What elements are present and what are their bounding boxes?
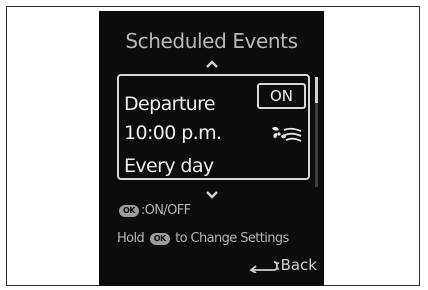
hold-hint: Hold OK to Change Settings — [117, 231, 289, 246]
toggle-hint-text: :ON/OFF — [140, 203, 191, 218]
scheduled-event-item[interactable]: Departure ON 10:00 p.m. Every day — [117, 74, 310, 180]
event-name: Departure — [124, 93, 216, 115]
vehicle-display-screen: Scheduled Events Departure ON 10:00 p.m.… — [99, 11, 324, 286]
chevron-up-icon[interactable] — [99, 56, 324, 72]
chevron-down-icon[interactable] — [99, 187, 324, 203]
ok-button-icon: OK — [119, 204, 139, 217]
hold-hint-prefix: Hold — [117, 231, 145, 246]
toggle-hint: OK:ON/OFF — [117, 203, 191, 218]
back-arrow-icon — [248, 260, 278, 273]
screen-title: Scheduled Events — [125, 29, 298, 53]
scrollbar[interactable] — [315, 77, 318, 187]
event-repeat: Every day — [124, 155, 214, 177]
back-hint-text: :Back — [275, 256, 317, 274]
status-badge[interactable]: ON — [257, 83, 306, 109]
back-hint: :Back — [248, 256, 317, 274]
fan-defrost-icon — [272, 126, 302, 142]
scrollbar-thumb[interactable] — [315, 77, 318, 103]
ok-button-icon: OK — [149, 232, 170, 245]
hold-hint-suffix: to Change Settings — [175, 231, 289, 246]
event-time: 10:00 p.m. — [124, 122, 222, 144]
